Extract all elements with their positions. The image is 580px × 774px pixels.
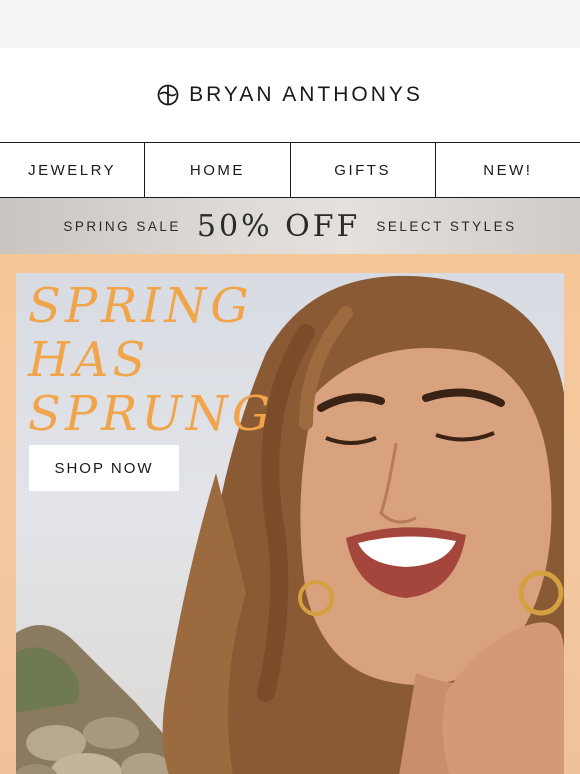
- promo-suffix: SELECT STYLES: [376, 218, 517, 234]
- brand-name: BRYAN ANTHONYS: [189, 83, 423, 106]
- promo-prefix: SPRING SALE: [63, 218, 181, 234]
- nav-item-new[interactable]: NEW!: [436, 143, 580, 197]
- top-spacer: [0, 0, 580, 48]
- nav-item-jewelry[interactable]: JEWELRY: [0, 143, 146, 197]
- headline-line-3: SPRUNG: [28, 386, 275, 442]
- headline-line-1: SPRING: [28, 278, 253, 334]
- hero-headline: SPRING HAS SPRUNG: [28, 279, 274, 441]
- brand-header[interactable]: BRYAN ANTHONYS: [0, 48, 580, 142]
- compass-circle-icon: [157, 84, 179, 106]
- hero-section: SPRING HAS SPRUNG SHOP NOW: [0, 254, 580, 774]
- shop-now-button[interactable]: SHOP NOW: [29, 445, 179, 491]
- headline-line-2: HAS: [28, 332, 150, 388]
- main-nav: JEWELRY HOME GIFTS NEW!: [0, 142, 580, 198]
- promo-banner[interactable]: SPRING SALE 50% OFF SELECT STYLES: [0, 198, 580, 254]
- promo-highlight: 50% OFF: [196, 208, 361, 244]
- hero-photo[interactable]: SPRING HAS SPRUNG SHOP NOW: [16, 273, 564, 774]
- nav-item-gifts[interactable]: GIFTS: [291, 143, 436, 197]
- nav-item-home[interactable]: HOME: [145, 143, 291, 197]
